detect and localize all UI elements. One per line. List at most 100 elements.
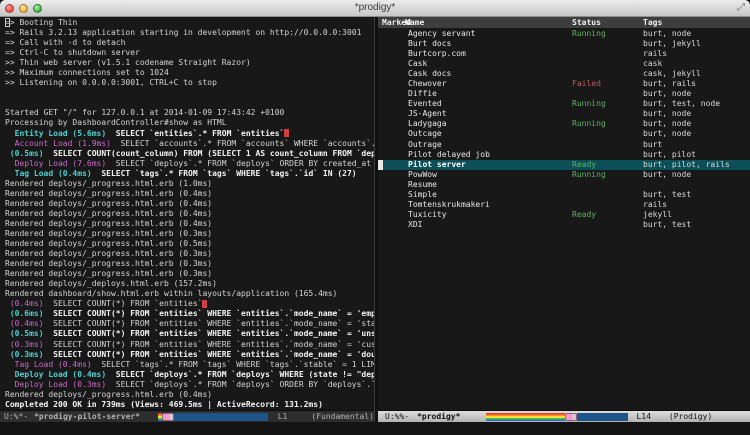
- log-text: Rendered deploys/_progress.html.erb (1.0…: [5, 179, 212, 188]
- process-row[interactable]: LadygagaRunningburt, node: [378, 119, 750, 129]
- log-line: => Call with -d to detach: [5, 38, 374, 48]
- process-name: Agency servant: [408, 29, 475, 39]
- process-tags: burt, node: [643, 119, 691, 129]
- log-line: Rendered deploys/_progress.html.erb (0.3…: [5, 269, 374, 279]
- process-row[interactable]: EventedRunningburt, test, node: [378, 99, 750, 109]
- log-text: Rendered deploys/_progress.html.erb (0.3…: [5, 249, 212, 258]
- log-text: (0.6ms): [5, 309, 44, 318]
- log-line: Processing by DashboardController#show a…: [5, 118, 374, 128]
- header-name: Name: [405, 17, 424, 28]
- log-text: (0.3ms): [5, 350, 44, 359]
- process-status: Running: [572, 170, 606, 180]
- log-line: [5, 88, 374, 98]
- window-title: *prodigy*: [0, 2, 750, 13]
- process-name: Outcage: [408, 129, 442, 139]
- process-row[interactable]: XDIburt, test: [378, 220, 750, 230]
- process-name: XDI: [408, 220, 422, 230]
- process-name: Chewover: [408, 79, 447, 89]
- nyan-trail: [577, 413, 629, 421]
- process-status: Failed: [572, 79, 601, 89]
- process-row[interactable]: Diffieburt, node: [378, 89, 750, 99]
- nyan-cat-icon: [162, 413, 174, 421]
- process-row[interactable]: Outcageburt, node: [378, 129, 750, 139]
- process-row[interactable]: Pilot delayed jobburt, pilot: [378, 150, 750, 160]
- process-row[interactable]: Resume: [378, 180, 750, 190]
- log-text: SELECT COUNT(*) FROM `entities` WHERE `e…: [44, 309, 374, 318]
- header-status: Status: [572, 17, 601, 28]
- log-line: Completed 200 OK in 739ms (Views: 469.5m…: [5, 400, 374, 410]
- process-row[interactable]: Caskcask: [378, 59, 750, 69]
- process-name: Simple: [408, 190, 437, 200]
- log-line: Deploy Load (0.4ms) SELECT `deploys`.* F…: [5, 370, 374, 380]
- log-text: Rendered deploys/_progress.html.erb (0.4…: [5, 209, 212, 218]
- process-status: Ready: [572, 210, 596, 220]
- process-row[interactable]: Tomtenskrukmakerirails: [378, 200, 750, 210]
- log-text: >> Thin web server (v1.5.1 codename Stra…: [5, 58, 251, 67]
- log-text: SELECT `deploys`.* FROM `deploys` ORDER …: [106, 380, 374, 389]
- process-status: Ready: [572, 160, 596, 170]
- process-tags: burt, test: [643, 190, 691, 200]
- process-name: Burtcorp.com: [408, 49, 466, 59]
- process-tags: burt, rails: [643, 79, 696, 89]
- process-row[interactable]: Burtcorp.com rails: [378, 49, 750, 59]
- log-text: SELECT `entities`.* FROM `entities`: [106, 129, 284, 138]
- log-text: SELECT `accounts`.* FROM `accounts` WHER…: [111, 139, 374, 148]
- log-text: SELECT `deploys`.* FROM `deploys` WHERE …: [106, 370, 374, 379]
- process-tags: rails: [643, 49, 667, 59]
- process-name: Cask: [408, 59, 427, 69]
- process-name: Outrage: [408, 140, 442, 150]
- nyan-trail: [174, 413, 267, 421]
- log-line: Entity Load (5.6ms) SELECT `entities`.* …: [5, 129, 374, 139]
- log-text: SELECT `tags`.* FROM `tags` WHERE `tags`…: [92, 169, 357, 178]
- log-text: Rendered deploys/_progress.html.erb (0.3…: [5, 229, 212, 238]
- process-row[interactable]: Agency servantRunningburt, node: [378, 29, 750, 39]
- log-text: Rendered deploys/_progress.html.erb (0.5…: [5, 239, 212, 248]
- log-text: Entity Load (5.6ms): [5, 129, 106, 138]
- nyan-rainbow: [486, 413, 564, 421]
- log-line: (0.3ms) SELECT COUNT(*) FROM `entities` …: [5, 340, 374, 350]
- process-row[interactable]: Burt docsburt, jekyll: [378, 39, 750, 49]
- log-line: Rendered deploys/_progress.html.erb (0.4…: [5, 209, 374, 219]
- prodigy-pane[interactable]: Marked Name Status Tags Agency servantRu…: [378, 17, 750, 422]
- log-text: SELECT COUNT(*) FROM `entities` WHERE `e…: [44, 319, 374, 328]
- process-row[interactable]: TuxicityReadyjekyll: [378, 210, 750, 220]
- log-line: (0.5ms) SELECT COUNT(count_column) FROM …: [5, 149, 374, 159]
- process-row[interactable]: Chewover Failed burt, rails: [378, 79, 750, 89]
- log-buffer[interactable]: => Booting Thin=> Rails 3.2.13 applicati…: [0, 17, 374, 410]
- nyan-bar-right: [486, 413, 628, 421]
- process-tags: jekyll: [643, 210, 672, 220]
- log-line: (0.4ms) SELECT COUNT(*) FROM `entities` …: [5, 319, 374, 329]
- log-line: Rendered deploys/_progress.html.erb (0.4…: [5, 219, 374, 229]
- fullscreen-icon[interactable]: ⤢: [737, 2, 745, 13]
- log-line: Tag Load (0.4ms) SELECT `tags`.* FROM `t…: [5, 360, 374, 370]
- log-text: SELECT COUNT(*) FROM `entities` WHERE `e…: [44, 329, 374, 338]
- current-line-fringe-marker: [378, 160, 383, 170]
- process-name: Pilot server: [408, 160, 466, 170]
- process-list[interactable]: Agency servantRunningburt, nodeBurt docs…: [378, 28, 750, 410]
- process-tags: burt, jekyll: [643, 39, 701, 49]
- process-row[interactable]: JS-Agentburt, node: [378, 109, 750, 119]
- process-tags: burt, node: [643, 89, 691, 99]
- nyan-cat-icon: [565, 413, 577, 421]
- trailing-whitespace-marker: [202, 300, 207, 308]
- log-text: Rendered deploys/_progress.html.erb (0.3…: [5, 259, 212, 268]
- process-row[interactable]: Outrageburt: [378, 140, 750, 150]
- log-text: => Rails 3.2.13 application starting in …: [5, 28, 361, 37]
- process-row[interactable]: Pilot serverReadyburt, pilot, rails: [378, 160, 750, 170]
- process-row[interactable]: Cask docscask, jekyll: [378, 69, 750, 79]
- process-name: Pilot delayed job: [408, 150, 490, 160]
- log-line: Rendered deploys/_progress.html.erb (1.0…: [5, 179, 374, 189]
- log-line: (0.5ms) SELECT COUNT(*) FROM `entities` …: [5, 329, 374, 339]
- log-text: => Call with -d to detach: [5, 38, 125, 47]
- titlebar[interactable]: *prodigy* ⤢: [0, 0, 750, 17]
- process-row[interactable]: Simple burt, test: [378, 190, 750, 200]
- log-line: => Ctrl-C to shutdown server: [5, 48, 374, 58]
- rails-log-pane[interactable]: => Booting Thin=> Rails 3.2.13 applicati…: [0, 17, 374, 422]
- process-row[interactable]: PowWowRunningburt, node: [378, 170, 750, 180]
- process-name: Cask docs: [408, 69, 451, 79]
- log-text: Rendered deploys/_progress.html.erb (0.4…: [5, 199, 212, 208]
- process-name: Ladygaga: [408, 119, 447, 129]
- modeline-major-mode: (Fundamental): [311, 412, 374, 421]
- minibuffer[interactable]: [0, 422, 750, 435]
- log-text: Rendered deploys/_progress.html.erb (0.3…: [5, 269, 212, 278]
